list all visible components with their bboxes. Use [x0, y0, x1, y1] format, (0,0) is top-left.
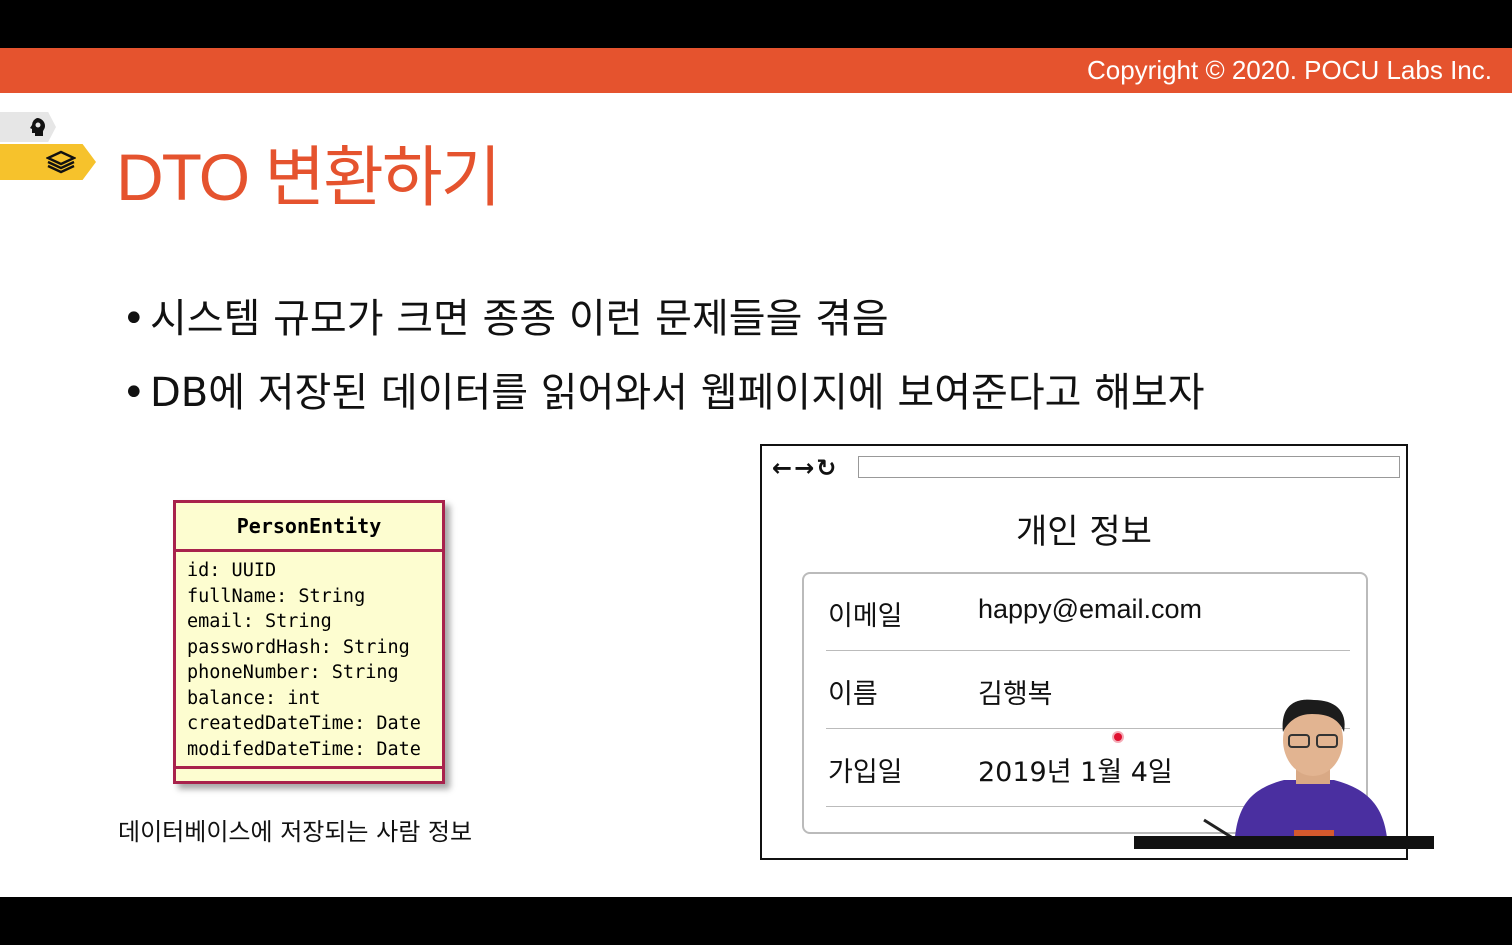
- bullet-text: DB에 저장된 데이터를 읽어와서 웹페이지에 보여준다고 해보자: [150, 370, 1205, 416]
- section-tab-concept[interactable]: [0, 112, 56, 142]
- bullet-text: 시스템 규모가 크면 종종 이런 문제들을 겪음: [150, 296, 889, 342]
- row-label: 이메일: [828, 601, 903, 632]
- stack-icon: [45, 150, 77, 179]
- back-arrow-icon[interactable]: ←: [772, 454, 792, 482]
- presenter-video: [1203, 699, 1388, 849]
- bullet-list: • 시스템 규모가 크면 종종 이런 문제들을 겪음 • DB에 저장된 데이터를 …: [122, 286, 1205, 434]
- uml-field: email: String: [187, 611, 332, 632]
- profile-page-title: 개인 정보: [1016, 512, 1152, 552]
- section-tab-practice[interactable]: [0, 144, 96, 180]
- uml-field-list: id: UUID fullName: String email: String …: [176, 552, 442, 762]
- bullet-item: • 시스템 규모가 크면 종종 이런 문제들을 겪음: [122, 296, 889, 342]
- reload-icon[interactable]: ↻: [816, 454, 836, 482]
- uml-field: id: UUID: [187, 560, 277, 581]
- slide-title: DTO 변환하기: [116, 140, 501, 214]
- laser-pointer-dot: [1114, 733, 1122, 741]
- uml-field: phoneNumber: String: [187, 662, 399, 683]
- uml-field: passwordHash: String: [187, 636, 410, 658]
- head-gear-icon: [26, 116, 48, 142]
- address-bar[interactable]: [858, 456, 1400, 478]
- header-bar: Copyright © 2020. POCU Labs Inc.: [0, 48, 1512, 93]
- row-value: 김행복: [978, 679, 1053, 710]
- copyright-text: Copyright © 2020. POCU Labs Inc.: [1086, 55, 1492, 85]
- uml-class-box: PersonEntity id: UUID fullName: String e…: [173, 500, 445, 784]
- row-value: happy@email.com: [978, 594, 1203, 624]
- forward-arrow-icon[interactable]: →: [794, 454, 814, 482]
- uml-class-name: PersonEntity: [176, 503, 442, 552]
- uml-field: balance: int: [187, 687, 321, 709]
- letterbox-bottom: [0, 897, 1512, 945]
- uml-field: modifedDateTime: Date: [187, 738, 421, 760]
- presenter-desk: [1134, 836, 1434, 849]
- bullet-item: • DB에 저장된 데이터를 읽어와서 웹페이지에 보여준다고 해보자: [122, 370, 1205, 416]
- uml-field: createdDateTime: Date: [187, 713, 421, 734]
- browser-nav: ←→↻: [772, 454, 838, 482]
- uml-field: fullName: String: [187, 585, 366, 607]
- uml-caption: 데이터베이스에 저장되는 사람 정보: [118, 818, 473, 846]
- row-label: 가입일: [828, 757, 903, 788]
- row-label: 이름: [828, 679, 878, 710]
- uml-method-divider: [176, 766, 442, 769]
